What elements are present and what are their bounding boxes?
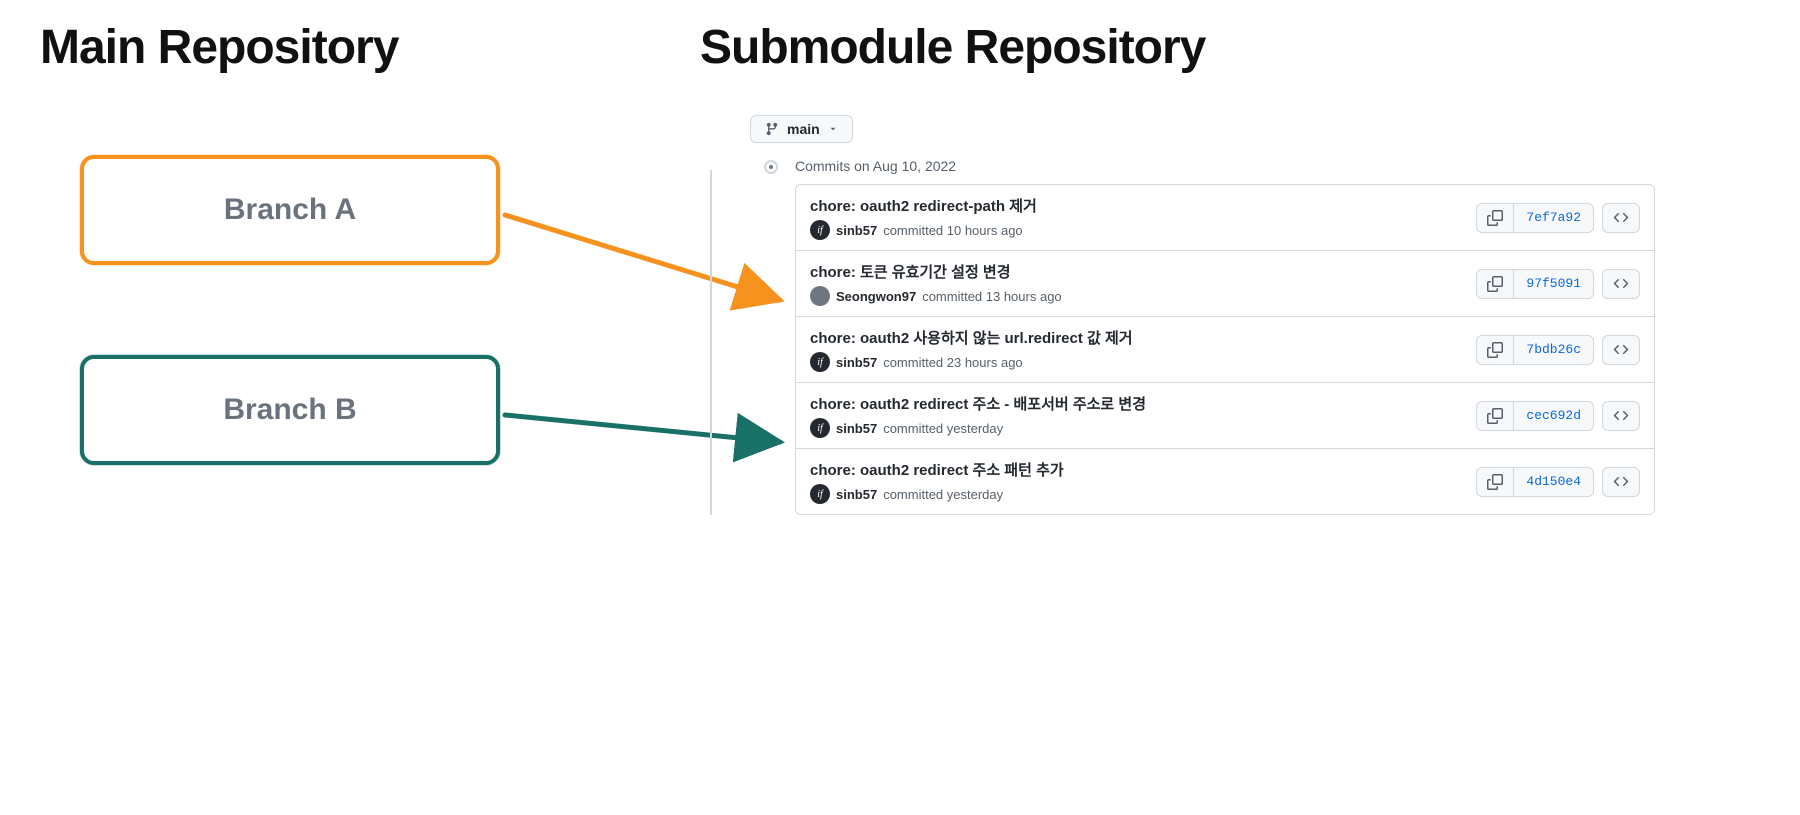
avatar[interactable]: if — [810, 352, 830, 372]
code-icon — [1613, 276, 1629, 292]
browse-code-button[interactable] — [1602, 269, 1640, 299]
browse-code-button[interactable] — [1602, 401, 1640, 431]
copy-sha-button[interactable] — [1477, 270, 1514, 298]
code-icon — [1613, 342, 1629, 358]
browse-code-button[interactable] — [1602, 203, 1640, 233]
commit-sha-link[interactable]: 4d150e4 — [1514, 468, 1593, 496]
browse-code-button[interactable] — [1602, 467, 1640, 497]
commit-sha-link[interactable]: 7bdb26c — [1514, 336, 1593, 364]
copy-icon — [1487, 342, 1503, 358]
avatar[interactable]: if — [810, 418, 830, 438]
commit-title[interactable]: chore: oauth2 redirect-path 제거 — [810, 195, 1476, 216]
copy-icon — [1487, 474, 1503, 490]
commit-title[interactable]: chore: oauth2 사용하지 않는 url.redirect 값 제거 — [810, 327, 1476, 348]
branch-b-label: Branch B — [223, 393, 356, 427]
avatar[interactable]: if — [810, 484, 830, 504]
commit-time: committed yesterday — [883, 487, 1003, 502]
avatar[interactable] — [810, 286, 830, 306]
commits-date-header: Commits on Aug 10, 2022 — [795, 158, 1760, 174]
commit-item: chore: 토큰 유효기간 설정 변경 Seongwon97 committe… — [796, 251, 1654, 317]
commit-title[interactable]: chore: oauth2 redirect 주소 패턴 추가 — [810, 459, 1476, 480]
code-icon — [1613, 210, 1629, 226]
commit-item: chore: oauth2 redirect-path 제거 if sinb57… — [796, 185, 1654, 251]
commit-author[interactable]: sinb57 — [836, 421, 877, 436]
caret-down-icon — [828, 124, 838, 134]
commit-author[interactable]: sinb57 — [836, 487, 877, 502]
commit-time: committed yesterday — [883, 421, 1003, 436]
branch-a-box: Branch A — [80, 155, 500, 265]
copy-icon — [1487, 276, 1503, 292]
commit-author[interactable]: sinb57 — [836, 355, 877, 370]
commit-sha-link[interactable]: 97f5091 — [1514, 270, 1593, 298]
code-icon — [1613, 408, 1629, 424]
commit-time: committed 10 hours ago — [883, 223, 1022, 238]
copy-sha-button[interactable] — [1477, 336, 1514, 364]
browse-code-button[interactable] — [1602, 335, 1640, 365]
git-branch-icon — [765, 122, 779, 136]
copy-sha-button[interactable] — [1477, 468, 1514, 496]
copy-icon — [1487, 408, 1503, 424]
commit-item: chore: oauth2 사용하지 않는 url.redirect 값 제거 … — [796, 317, 1654, 383]
commit-item: chore: oauth2 redirect 주소 - 배포서버 주소로 변경 … — [796, 383, 1654, 449]
commit-sha-link[interactable]: cec692d — [1514, 402, 1593, 430]
code-icon — [1613, 474, 1629, 490]
commits-date-label: Commits on Aug 10, 2022 — [795, 158, 956, 174]
branch-selector-name: main — [787, 121, 820, 137]
commit-author[interactable]: sinb57 — [836, 223, 877, 238]
branch-selector[interactable]: main — [750, 115, 853, 143]
avatar[interactable]: if — [810, 220, 830, 240]
commit-author[interactable]: Seongwon97 — [836, 289, 916, 304]
branch-a-label: Branch A — [224, 193, 356, 227]
commit-time: committed 23 hours ago — [883, 355, 1022, 370]
copy-icon — [1487, 210, 1503, 226]
commit-title[interactable]: chore: 토큰 유효기간 설정 변경 — [810, 261, 1476, 282]
commit-time: committed 13 hours ago — [922, 289, 1061, 304]
commit-sha-link[interactable]: 7ef7a92 — [1514, 204, 1593, 232]
commit-title[interactable]: chore: oauth2 redirect 주소 - 배포서버 주소로 변경 — [810, 393, 1476, 414]
timeline-dot-icon — [764, 160, 778, 174]
submodule-repo-heading: Submodule Repository — [640, 20, 1760, 75]
branch-b-box: Branch B — [80, 355, 500, 465]
main-repo-heading: Main Repository — [40, 20, 640, 75]
commit-list: chore: oauth2 redirect-path 제거 if sinb57… — [795, 184, 1655, 515]
copy-sha-button[interactable] — [1477, 204, 1514, 232]
commit-item: chore: oauth2 redirect 주소 패턴 추가 if sinb5… — [796, 449, 1654, 514]
timeline-line — [710, 170, 712, 515]
copy-sha-button[interactable] — [1477, 402, 1514, 430]
